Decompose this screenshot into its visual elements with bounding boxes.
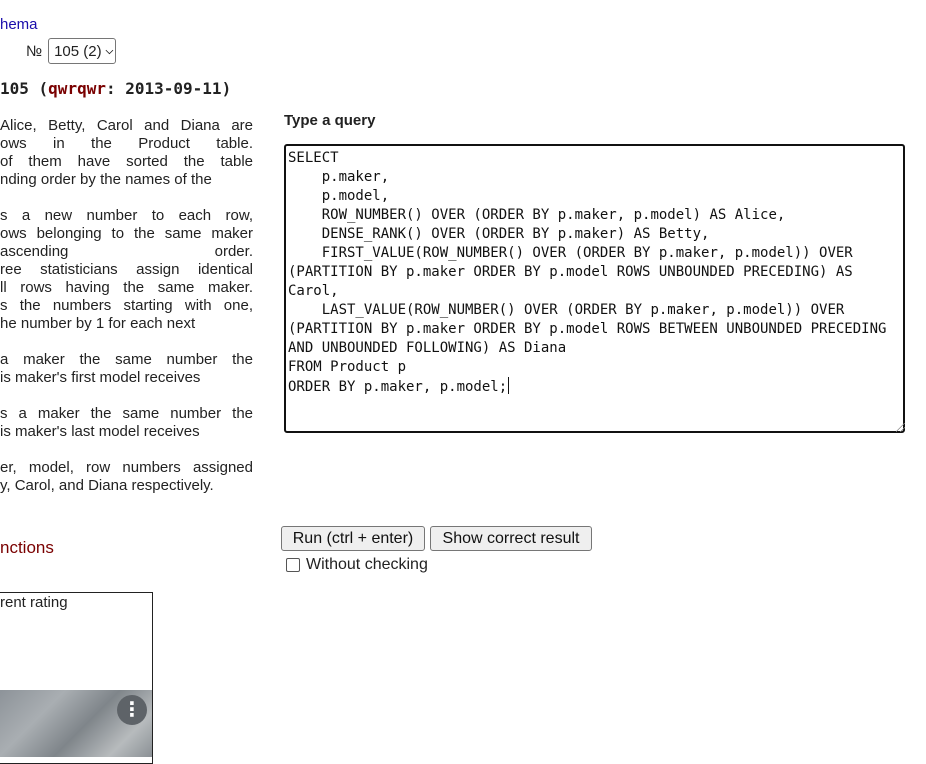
show-correct-result-button[interactable]: Show correct result	[430, 526, 592, 551]
task-title: 105 (qwrqwr: 2013-09-11)	[0, 79, 231, 98]
task-author: qwrqwr	[48, 79, 106, 98]
description-line: of them have sorted the table	[0, 153, 253, 170]
task-title-prefix: 105 (	[0, 79, 49, 98]
description-line: is maker's last model receives	[0, 423, 200, 440]
resize-grip-icon[interactable]	[896, 423, 905, 432]
chevron-down-icon: ⌵	[105, 45, 114, 57]
description-line: ows in the Product table.	[0, 135, 253, 152]
description-line: nding order by the names of the	[0, 171, 212, 188]
task-number-value: 105 (2)	[54, 42, 102, 60]
task-number-label: №	[26, 42, 43, 60]
description-spacer	[0, 387, 253, 405]
task-number-row: № 105 (2) ⌵	[26, 38, 117, 64]
schema-link[interactable]: hema	[0, 16, 38, 33]
without-checking-row[interactable]: Without checking	[286, 556, 428, 574]
description-line: is maker's first model receives	[0, 369, 201, 386]
query-text: SELECT p.maker, p.model, ROW_NUMBER() OV…	[288, 150, 887, 395]
run-button[interactable]: Run (ctrl + enter)	[281, 526, 425, 551]
without-checking-checkbox[interactable]	[286, 558, 300, 572]
description-line: ree statisticians assign identical	[0, 261, 253, 278]
task-number-select[interactable]: 105 (2) ⌵	[48, 38, 117, 64]
description-line: s a new number to each row,	[0, 207, 253, 224]
description-line: ows belonging to the same maker	[0, 225, 253, 242]
description-spacer	[0, 441, 253, 459]
description-spacer	[0, 189, 253, 207]
description-line: s the numbers starting with one,	[0, 297, 253, 314]
description-line: s a maker the same number the	[0, 405, 253, 422]
text-caret	[508, 377, 510, 394]
rating-label: rent rating	[0, 594, 68, 611]
query-textarea[interactable]: SELECT p.maker, p.model, ROW_NUMBER() OV…	[284, 144, 905, 433]
functions-link[interactable]: nctions	[0, 538, 54, 558]
description-line: he number by 1 for each next	[0, 315, 196, 332]
description-line: ll rows having the same maker.	[0, 279, 253, 296]
description-line: a maker the same number the	[0, 351, 253, 368]
task-title-suffix: : 2013-09-11)	[105, 79, 232, 98]
description-line: ascending order.	[0, 243, 253, 260]
description-line: Alice, Betty, Carol and Diana are	[0, 117, 253, 134]
task-description: Alice, Betty, Carol and Diana are ows in …	[0, 117, 253, 495]
description-spacer	[0, 333, 253, 351]
description-line: er, model, row numbers assigned	[0, 459, 253, 476]
kebab-menu-icon[interactable]: ⋮	[117, 695, 147, 725]
query-label: Type a query	[284, 112, 376, 129]
description-line: y, Carol, and Diana respectively.	[0, 477, 214, 494]
without-checking-label: Without checking	[306, 556, 428, 573]
